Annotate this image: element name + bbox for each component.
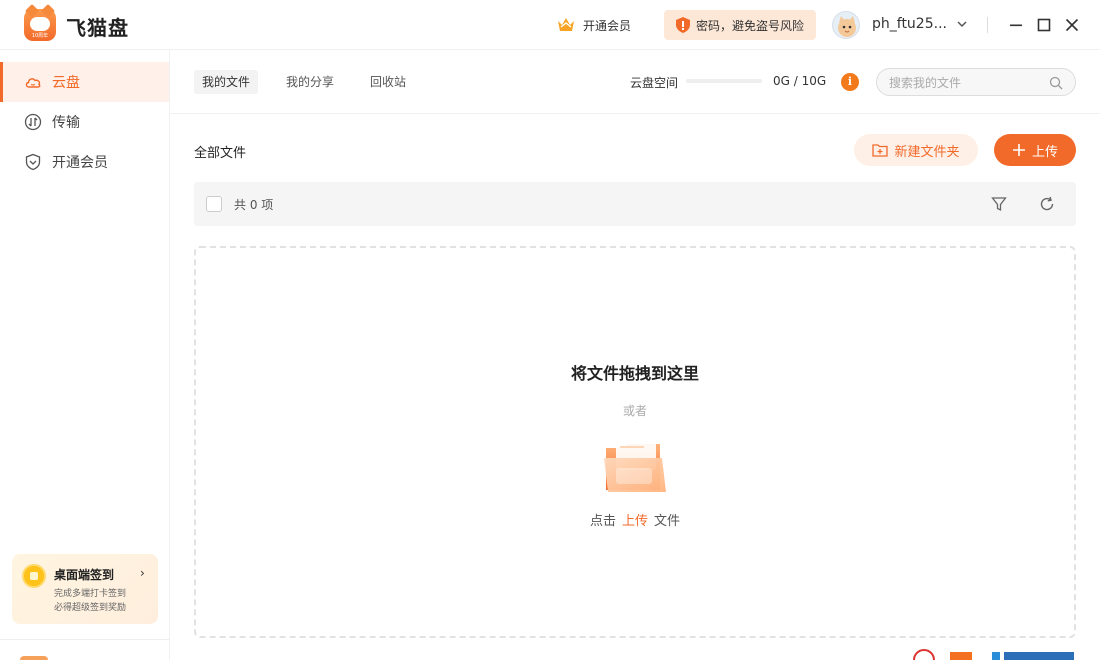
security-tip[interactable]: 密码，避免盗号风险 bbox=[664, 10, 817, 40]
quota-progress-bar bbox=[686, 79, 762, 83]
minimize-button[interactable] bbox=[1006, 15, 1026, 35]
quota-value: 0G / 10G bbox=[773, 74, 827, 88]
file-list-header: 共 0 项 bbox=[194, 182, 1076, 226]
upload-button[interactable]: 上传 bbox=[994, 134, 1076, 166]
cloud-icon bbox=[25, 78, 41, 88]
signin-card[interactable]: 桌面端签到 › 完成多端打卡签到 必得超级签到奖励 bbox=[12, 554, 158, 624]
signin-desc-2: 必得超级签到奖励 bbox=[54, 603, 127, 613]
username[interactable]: ph_ftu25... bbox=[872, 16, 947, 32]
chevron-down-icon[interactable] bbox=[955, 17, 969, 31]
crown-icon bbox=[558, 18, 574, 31]
chevron-right-icon: › bbox=[140, 566, 145, 580]
search-box[interactable] bbox=[876, 68, 1076, 96]
coin-icon bbox=[22, 564, 46, 588]
drop-or-text: 或者 bbox=[622, 404, 647, 418]
minimize-icon bbox=[1010, 24, 1022, 27]
sidebar-item-vip[interactable]: 开通会员 bbox=[0, 142, 169, 182]
sidebar-item-label: 开通会员 bbox=[52, 155, 108, 171]
item-count: 共 0 项 bbox=[234, 198, 274, 212]
app-title: 飞猫盘 bbox=[66, 16, 129, 40]
filter-icon[interactable] bbox=[991, 196, 1007, 212]
sidebar-item-label: 传输 bbox=[52, 115, 80, 131]
sidebar-item-transfer[interactable]: 传输 bbox=[0, 102, 169, 142]
maximize-icon bbox=[1037, 18, 1051, 32]
sidebar-item-cloud[interactable]: 云盘 bbox=[0, 62, 169, 102]
app-logo: 10周年 bbox=[24, 3, 56, 41]
tab-recycle-bin[interactable]: 回收站 bbox=[362, 70, 414, 94]
signin-desc-1: 完成多端打卡签到 bbox=[54, 589, 127, 599]
info-icon[interactable]: i bbox=[841, 73, 859, 91]
tab-my-files[interactable]: 我的文件 bbox=[194, 70, 259, 94]
tab-bar: 我的文件 我的分享 回收站 云盘空间 0G / 10G i bbox=[170, 50, 1100, 114]
new-folder-icon bbox=[872, 144, 889, 157]
bottom-app-icon[interactable] bbox=[20, 656, 48, 660]
sidebar-divider bbox=[0, 639, 169, 640]
drop-zone[interactable]: 将文件拖拽到这里 或者 点击 上传 文件 bbox=[194, 246, 1076, 638]
search-input[interactable] bbox=[889, 74, 1039, 91]
search-icon[interactable] bbox=[1049, 76, 1063, 90]
plus-icon bbox=[1012, 144, 1025, 156]
drop-upload-link[interactable]: 上传 bbox=[622, 514, 648, 529]
shield-warning-icon bbox=[676, 17, 690, 33]
title-bar: 10周年 飞猫盘 开通会员 密码，避免盗号风险 ph_ftu25... bbox=[0, 0, 1100, 50]
vip-label: 开通会员 bbox=[583, 18, 632, 33]
close-button[interactable] bbox=[1062, 15, 1082, 35]
vip-shield-icon bbox=[25, 153, 41, 171]
folder-icon bbox=[604, 440, 666, 492]
watermark-logo bbox=[906, 648, 1100, 660]
vip-button[interactable]: 开通会员 bbox=[556, 15, 631, 35]
security-label: 密码，避免盗号风险 bbox=[696, 18, 805, 33]
new-folder-button[interactable]: 新建文件夹 bbox=[854, 134, 978, 166]
select-all-checkbox[interactable] bbox=[206, 196, 222, 212]
signin-title: 桌面端签到 bbox=[54, 568, 115, 582]
close-icon bbox=[1065, 18, 1079, 32]
new-folder-label: 新建文件夹 bbox=[894, 144, 960, 160]
maximize-button[interactable] bbox=[1034, 15, 1054, 35]
window-controls-divider bbox=[987, 17, 988, 33]
tab-my-shares[interactable]: 我的分享 bbox=[278, 70, 342, 94]
upload-label: 上传 bbox=[1031, 144, 1058, 160]
logo-badge: 10周年 bbox=[31, 33, 49, 39]
sidebar-item-label: 云盘 bbox=[52, 75, 80, 91]
breadcrumb: 全部文件 bbox=[194, 146, 247, 161]
avatar[interactable] bbox=[832, 11, 860, 39]
drop-hint: 点击 上传 文件 bbox=[196, 510, 1074, 529]
quota-label: 云盘空间 bbox=[630, 76, 679, 90]
cat-avatar-icon bbox=[838, 16, 856, 37]
transfer-icon bbox=[24, 113, 42, 131]
drop-hint-suffix: 文件 bbox=[654, 514, 681, 529]
drop-title: 将文件拖拽到这里 bbox=[570, 364, 699, 383]
main-panel: 我的文件 我的分享 回收站 云盘空间 0G / 10G i 全部文件 新建文件夹… bbox=[170, 50, 1100, 660]
refresh-icon[interactable] bbox=[1039, 196, 1055, 212]
sidebar: 云盘 传输 开通会员 桌面端签到 › 完成多端打卡签到 必得超级签到奖励 bbox=[0, 50, 170, 660]
drop-hint-prefix: 点击 bbox=[589, 514, 616, 529]
